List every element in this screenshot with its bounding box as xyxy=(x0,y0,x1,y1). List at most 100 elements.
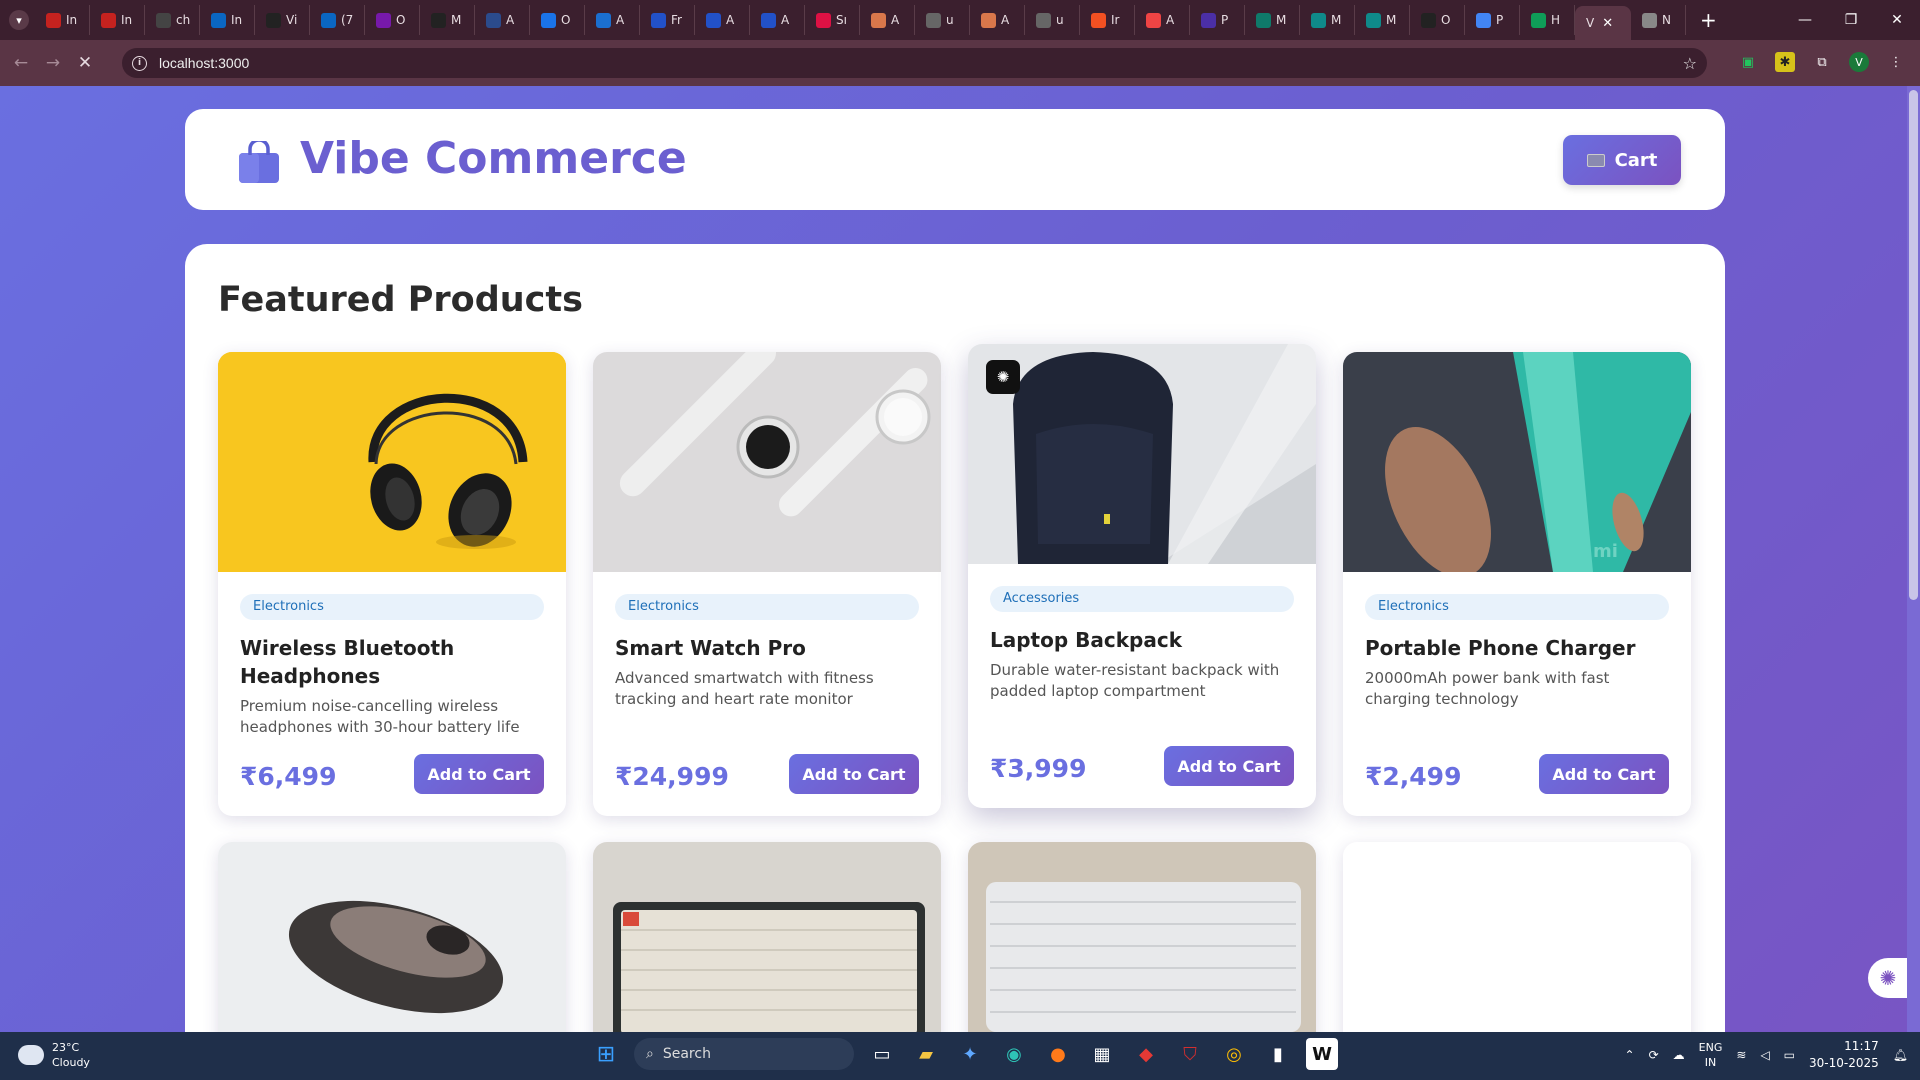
cart-button[interactable]: Cart xyxy=(1563,135,1681,185)
browser-tab[interactable]: In xyxy=(200,5,255,35)
product-card xyxy=(1343,842,1691,1032)
browser-tab[interactable]: O xyxy=(365,5,420,35)
browser-tab[interactable]: M xyxy=(420,5,475,35)
weather-widget[interactable]: 23°C Cloudy xyxy=(18,1040,90,1070)
browser-tab[interactable]: A xyxy=(1135,5,1190,35)
add-to-cart-button[interactable]: Add to Cart xyxy=(1164,746,1294,786)
browser-tab[interactable]: N xyxy=(1631,5,1686,35)
drive-icon xyxy=(1531,12,1546,28)
search-placeholder: Search xyxy=(662,1046,711,1062)
app-red-diamond-icon[interactable]: ◆ xyxy=(1130,1038,1162,1070)
address-bar[interactable]: i localhost:3000 ☆ xyxy=(122,48,1707,78)
windows-start-icon[interactable]: ⊞ xyxy=(590,1038,622,1070)
browser-tab[interactable]: Vi xyxy=(255,5,310,35)
extension-star-icon[interactable]: ✱ xyxy=(1775,52,1795,72)
browser-tab[interactable]: In xyxy=(35,5,90,35)
extension-chat-icon[interactable]: ▣ xyxy=(1738,52,1758,72)
product-image-smart-watch[interactable] xyxy=(593,352,941,572)
browser-tab[interactable]: Fr xyxy=(640,5,695,35)
file-explorer-icon[interactable]: ▰ xyxy=(910,1038,942,1070)
sync-icon[interactable]: ⟳ xyxy=(1649,1048,1659,1062)
pr-icon xyxy=(1201,12,1216,28)
wifi-icon[interactable]: ≋ xyxy=(1736,1048,1746,1062)
close-tab-icon[interactable]: ✕ xyxy=(1602,16,1613,31)
battery-icon[interactable]: ▭ xyxy=(1784,1048,1795,1062)
tab-active[interactable]: V ✕ xyxy=(1575,6,1631,40)
site-header: Vibe Commerce Cart xyxy=(185,109,1725,210)
mcafee-icon[interactable]: ⛉ xyxy=(1174,1038,1206,1070)
browser-tab[interactable]: u xyxy=(915,5,970,35)
browser-tab[interactable]: A xyxy=(475,5,530,35)
product-image-wireless-keyboard[interactable] xyxy=(968,842,1316,1032)
browser-tab[interactable]: P xyxy=(1465,5,1520,35)
browser-tab[interactable]: A xyxy=(860,5,915,35)
product-image-backpack[interactable]: ✺ xyxy=(968,344,1316,564)
product-image-mechanical-keyboard[interactable] xyxy=(593,842,941,1032)
url-text[interactable]: localhost:3000 xyxy=(159,55,249,71)
browser-tab[interactable]: (7 xyxy=(310,5,365,35)
browser-tab[interactable]: A xyxy=(750,5,805,35)
browser-tab[interactable]: In xyxy=(90,5,145,35)
brand-logo-text[interactable]: Vibe Commerce xyxy=(300,133,687,184)
back-icon[interactable]: ← xyxy=(10,52,32,74)
browser-tab[interactable]: ch xyxy=(145,5,200,35)
chrome-menu-icon[interactable]: ⋮ xyxy=(1886,52,1906,72)
browser-tab[interactable]: H xyxy=(1520,5,1575,35)
notification-bell-icon[interactable]: 🔔︎ xyxy=(1893,1048,1908,1062)
browser-tab[interactable]: A xyxy=(585,5,640,35)
firefox-icon[interactable]: ● xyxy=(1042,1038,1074,1070)
add-to-cart-button[interactable]: Add to Cart xyxy=(1539,754,1669,794)
new-tab-button[interactable]: + xyxy=(1700,8,1717,32)
task-view-icon[interactable]: ▭ xyxy=(866,1038,898,1070)
product-image-phone-charger[interactable]: mi xyxy=(1343,352,1691,572)
k-icon xyxy=(761,12,776,28)
profile-avatar[interactable]: V xyxy=(1849,52,1869,72)
category-badge: Electronics xyxy=(1365,594,1669,620)
store-icon[interactable]: ▦ xyxy=(1086,1038,1118,1070)
browser-tab[interactable]: A xyxy=(970,5,1025,35)
product-image-mouse[interactable] xyxy=(218,842,566,1032)
add-to-cart-button[interactable]: Add to Cart xyxy=(414,754,544,794)
stop-loading-icon[interactable]: ✕ xyxy=(74,52,96,74)
page-scrollbar[interactable] xyxy=(1907,86,1920,1032)
visual-search-icon[interactable]: ✺ xyxy=(986,360,1020,394)
forward-icon[interactable]: → xyxy=(42,52,64,74)
clock[interactable]: 11:17 30-10-2025 xyxy=(1809,1038,1879,1072)
product-card: Electronics Wireless Bluetooth Headphone… xyxy=(218,352,566,816)
edge-icon[interactable]: ◉ xyxy=(998,1038,1030,1070)
terminal-icon[interactable]: ▮ xyxy=(1262,1038,1294,1070)
add-to-cart-button[interactable]: Add to Cart xyxy=(789,754,919,794)
floating-assistant-icon[interactable]: ✺ xyxy=(1868,958,1908,998)
cloud-icon[interactable]: ☁ xyxy=(1673,1048,1685,1062)
browser-tab[interactable]: A xyxy=(695,5,750,35)
site-info-icon[interactable]: i xyxy=(132,55,147,71)
browser-tab[interactable]: P xyxy=(1190,5,1245,35)
show-hidden-icons-chevron-icon[interactable]: ⌃ xyxy=(1625,1048,1635,1062)
bookmark-star-icon[interactable]: ☆ xyxy=(1683,54,1697,73)
nova-icon xyxy=(1311,12,1326,28)
extensions-puzzle-icon[interactable]: ⧉ xyxy=(1812,52,1832,72)
app-w-icon[interactable]: W xyxy=(1306,1038,1338,1070)
browser-tab[interactable]: u xyxy=(1025,5,1080,35)
volume-icon[interactable]: ◁ xyxy=(1760,1048,1769,1062)
browser-tab[interactable]: M xyxy=(1300,5,1355,35)
language-indicator[interactable]: ENG IN xyxy=(1699,1040,1723,1070)
browser-tab[interactable]: O xyxy=(530,5,585,35)
close-window-icon[interactable]: ✕ xyxy=(1874,0,1920,40)
browser-tab[interactable]: Ir xyxy=(1080,5,1135,35)
browser-tab[interactable]: M xyxy=(1355,5,1410,35)
chrome-icon[interactable]: ◎ xyxy=(1218,1038,1250,1070)
browser-tab[interactable]: M xyxy=(1245,5,1300,35)
tab-label: In xyxy=(121,13,133,27)
tab-search-icon[interactable]: ▾ xyxy=(9,10,29,30)
scrollbar-thumb[interactable] xyxy=(1909,90,1918,600)
copilot-icon[interactable]: ✦ xyxy=(954,1038,986,1070)
minimize-icon[interactable]: — xyxy=(1782,0,1828,40)
taskbar-search[interactable]: ⌕ Search xyxy=(634,1038,854,1070)
restore-icon[interactable]: ❐ xyxy=(1828,0,1874,40)
product-image-headphones[interactable] xyxy=(218,352,566,572)
product-card xyxy=(968,842,1316,1032)
browser-tab[interactable]: Sı xyxy=(805,5,860,35)
browser-tab[interactable]: O xyxy=(1410,5,1465,35)
cart-button-label: Cart xyxy=(1614,149,1658,171)
